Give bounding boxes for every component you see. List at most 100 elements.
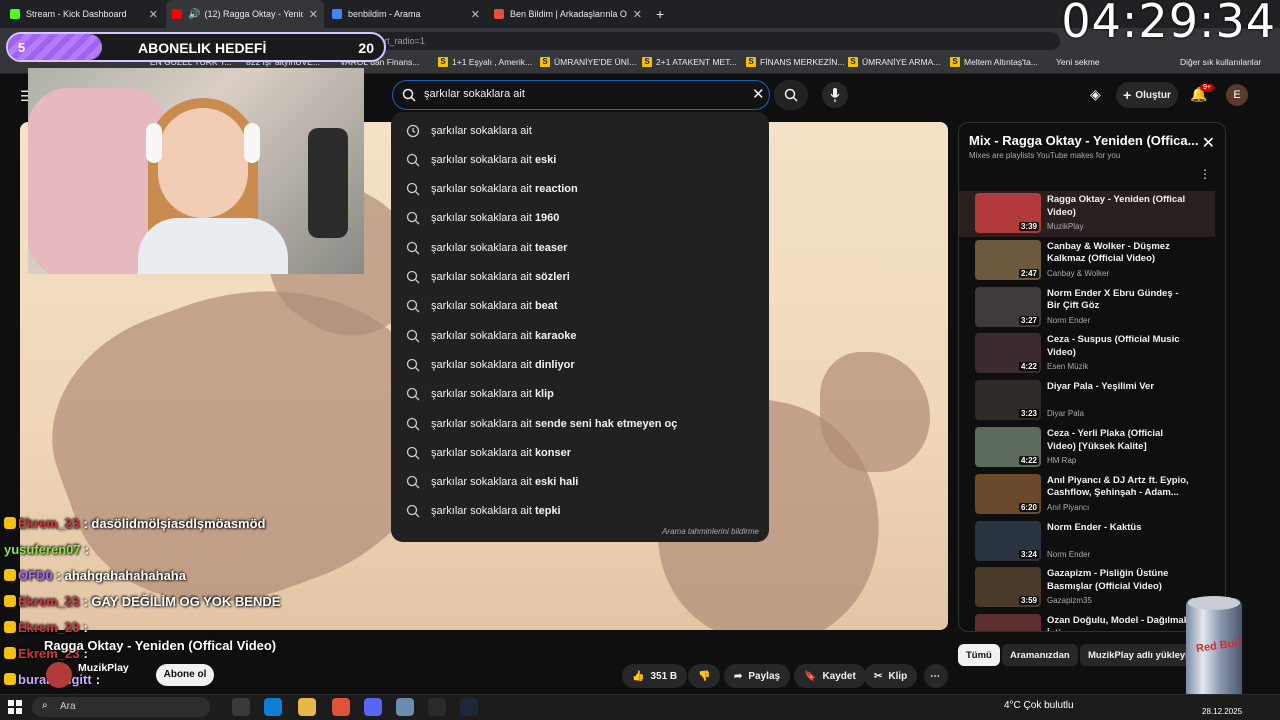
close-icon[interactable]: ✕ — [1202, 133, 1215, 153]
video-thumbnail[interactable]: 3:24 — [975, 520, 1041, 561]
chip-all[interactable]: Tümü — [958, 644, 1000, 666]
create-button[interactable]: + Oluştur — [1116, 82, 1178, 108]
playlist-item-title[interactable]: Ceza - Yerli Plaka (Official Video) [Yük… — [1047, 428, 1192, 453]
close-icon[interactable]: ✕ — [471, 8, 480, 21]
search-input[interactable]: şarkılar sokaklara ait — [424, 88, 525, 100]
suggestion-item[interactable]: şarkılar sokaklara ait reaction — [391, 175, 769, 204]
bookmark-item[interactable]: S Meltem Altıntaş'ta... — [950, 57, 1038, 67]
video-thumbnail[interactable]: 3:27 — [975, 286, 1041, 327]
suggestion-item[interactable]: şarkılar sokaklara ait sende seni hak et… — [391, 409, 769, 438]
tab-kick-dashboard[interactable]: Stream - Kick Dashboard ✕ — [4, 0, 164, 28]
save-button[interactable]: 🔖 Kaydet — [794, 664, 866, 688]
video-thumbnail[interactable]: 2:47 — [975, 239, 1041, 280]
close-icon[interactable]: ✕ — [633, 8, 642, 21]
suggestion-item[interactable]: şarkılar sokaklara ait eski — [391, 145, 769, 174]
tab-benbildim[interactable]: Ben Bildim | Arkadaşlarınla Online ✕ — [488, 0, 648, 28]
avatar[interactable]: E — [1226, 84, 1248, 106]
report-suggestions-link[interactable]: Arama tahminlerini bildirme — [662, 527, 759, 536]
tab-youtube[interactable]: 🔊 (12) Ragga Oktay - Yeniden (O ✕ — [166, 0, 324, 28]
playlist-item[interactable]: 2:47 Canbay & Wolker - Düşmez Kalkmaz (Of… — [959, 238, 1215, 284]
channel-name[interactable]: MuzikPlay — [78, 662, 129, 674]
bookmark-folder[interactable]: Diğer sık kullanılanlar — [1180, 57, 1261, 67]
like-button[interactable]: 👍 351 B — [622, 664, 688, 688]
suggestion-item[interactable]: şarkılar sokaklara ait 1960 — [391, 204, 769, 233]
playlist-item-title[interactable]: Norm Ender X Ebru Gündeş - Bir Çift Göz — [1047, 288, 1192, 313]
playlist-item[interactable]: 3:23 Diyar Pala - Yeşilimi Ver Diyar Pala — [959, 378, 1215, 424]
bookmark-item[interactable]: S ÜMRANİYE ARMA... — [848, 57, 940, 67]
suggestion-item[interactable]: şarkılar sokaklara ait sözleri — [391, 263, 769, 292]
more-options-icon[interactable]: ⋮ — [1199, 167, 1211, 181]
clip-button[interactable]: ✂ Klip — [864, 664, 918, 688]
chat-username[interactable]: Ekrem_23 — [18, 516, 79, 531]
playlist-item-title[interactable]: Norm Ender - Kaktüs — [1047, 522, 1192, 535]
cast-icon[interactable]: ◈ — [1090, 86, 1101, 103]
file-explorer-icon[interactable] — [298, 698, 316, 716]
discord-icon[interactable] — [364, 698, 382, 716]
task-view-icon[interactable] — [232, 698, 250, 716]
taskbar-search[interactable]: Ara — [32, 697, 210, 717]
playlist-item-title[interactable]: Ozan Doğulu, Model - Dağılmak İstiyorum — [1047, 615, 1192, 631]
close-icon[interactable]: ✕ — [149, 8, 158, 21]
playlist-item[interactable]: 3:27 Norm Ender X Ebru Gündeş - Bir Çift … — [959, 285, 1215, 331]
chat-username[interactable]: Ekrem_23 — [18, 620, 79, 635]
suggestion-item[interactable]: şarkılar sokaklara ait karaoke — [391, 321, 769, 350]
playlist-item-title[interactable]: Anıl Piyancı & DJ Artz ft. Eypio, Cashfl… — [1047, 475, 1192, 500]
suggestion-item[interactable]: şarkılar sokaklara ait teaser — [391, 233, 769, 262]
bookmark-item[interactable]: S 2+1 ATAKENT MET... — [642, 57, 737, 67]
playlist-item[interactable]: 4:22 Ceza - Suspus (Official Music Video)… — [959, 331, 1215, 377]
video-thumbnail[interactable]: 3:23 — [975, 380, 1041, 421]
video-thumbnail[interactable]: 3:59 — [975, 567, 1041, 608]
suggestion-item[interactable]: şarkılar sokaklara ait eski hali — [391, 468, 769, 497]
new-tab-button[interactable]: + — [650, 0, 670, 28]
close-icon[interactable]: ✕ — [309, 8, 318, 21]
playlist-item-title[interactable]: Canbay & Wolker - Düşmez Kalkmaz (Offici… — [1047, 241, 1192, 266]
video-thumbnail[interactable]: 3:39 — [975, 193, 1041, 233]
playlist-item[interactable]: 3:59 Gazapizm - Pisliğin Üstüne Basmışlar… — [959, 565, 1215, 611]
suggestion-item[interactable]: şarkılar sokaklara ait tepki — [391, 497, 769, 526]
channel-avatar[interactable] — [46, 662, 72, 688]
weather-widget[interactable]: 4°C Çok bulutlu — [1004, 700, 1074, 711]
bookmark-item[interactable]: S FİNANS MERKEZİN... — [746, 57, 845, 67]
suggestion-item[interactable]: şarkılar sokaklara ait beat — [391, 292, 769, 321]
chip-from-search[interactable]: Aramanızdan — [1002, 644, 1078, 666]
playlist-item-title[interactable]: Gazapizm - Pisliğin Üstüne Basmışlar (Of… — [1047, 568, 1192, 593]
video-thumbnail[interactable]: 6:20 — [975, 473, 1041, 514]
playlist-item-title[interactable]: Diyar Pala - Yeşilimi Ver — [1047, 381, 1192, 394]
video-thumbnail[interactable]: 4:22 — [975, 427, 1041, 467]
playlist-item-title[interactable]: Ragga Oktay - Yeniden (Offical Video) — [1047, 194, 1192, 219]
bookmark-item[interactable]: Yeni sekme — [1056, 57, 1100, 67]
playlist-item-title[interactable]: Ceza - Suspus (Official Music Video) — [1047, 334, 1192, 359]
playlist-item[interactable]: 3:24 Norm Ender - Kaktüs Norm Ender — [959, 519, 1215, 565]
playlist-item[interactable]: 6:20 Anıl Piyancı & DJ Artz ft. Eypio, Ca… — [959, 472, 1215, 518]
video-thumbnail[interactable]: 4:22 — [975, 333, 1041, 374]
chat-username[interactable]: OFD0 — [18, 568, 53, 583]
clear-search-icon[interactable]: ✕ — [752, 85, 765, 103]
app-icon[interactable] — [396, 698, 414, 716]
dislike-button[interactable]: 👎 — [688, 664, 721, 688]
bookmark-item[interactable]: S 1+1 Eşyalı , Amerik... — [438, 57, 532, 67]
suggestion-item[interactable]: şarkılar sokaklara ait konser — [391, 438, 769, 467]
suggestion-item[interactable]: şarkılar sokaklara ait klip — [391, 380, 769, 409]
subscribe-button[interactable]: Abone ol — [156, 664, 214, 686]
share-button[interactable]: ➦ Paylaş — [724, 664, 791, 688]
tray-date[interactable]: 28.12.2025 — [1202, 707, 1242, 716]
suggestion-item[interactable]: şarkılar sokaklara ait — [391, 116, 769, 145]
more-actions-button[interactable]: ⋯ — [924, 664, 948, 688]
voice-search-button[interactable] — [822, 82, 848, 108]
suggestion-item[interactable]: şarkılar sokaklara ait dinliyor — [391, 350, 769, 379]
video-thumbnail[interactable] — [975, 614, 1041, 631]
steam-icon[interactable] — [460, 698, 478, 716]
tab-bing-search[interactable]: benbildim - Arama ✕ — [326, 0, 486, 28]
windows-start-icon[interactable] — [8, 700, 22, 714]
playlist-item[interactable]: Ozan Doğulu, Model - Dağılmak İstiyorum — [959, 612, 1215, 631]
chip-uploader[interactable]: MuzikPlay adlı yükleyic — [1080, 644, 1202, 666]
edge-icon[interactable] — [264, 698, 282, 716]
epic-games-icon[interactable] — [428, 698, 446, 716]
playlist-item[interactable]: 3:39 Ragga Oktay - Yeniden (Offical Video… — [959, 191, 1215, 237]
bookmark-item[interactable]: S ÜMRANİYE'DE ÜNİ... — [540, 57, 636, 67]
search-button[interactable] — [774, 80, 808, 110]
chat-username[interactable]: yusuferen07 — [4, 542, 81, 557]
chat-username[interactable]: Ekrem_23 — [18, 594, 79, 609]
speaker-icon[interactable]: 🔊 — [188, 9, 200, 20]
obs-icon[interactable] — [332, 698, 350, 716]
